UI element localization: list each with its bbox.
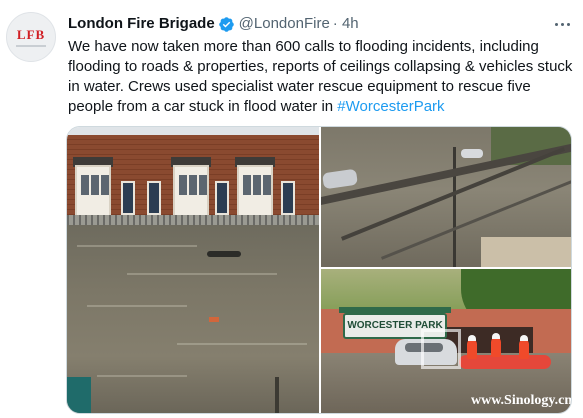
window-pane — [199, 175, 207, 195]
window-pane — [253, 175, 261, 195]
firefighter — [467, 339, 477, 359]
display-name[interactable]: London Fire Brigade — [68, 14, 215, 34]
concrete-barrier — [481, 237, 571, 267]
photo-water-rescue[interactable]: WORCESTER PARK www.Sinology.cn — [321, 269, 571, 413]
lfb-logo: LFB — [16, 27, 46, 42]
post — [275, 377, 279, 413]
media-grid: WORCESTER PARK www.Sinology.cn — [66, 126, 572, 414]
timestamp[interactable]: · 4h — [333, 14, 359, 34]
photo-flooded-road[interactable] — [321, 127, 571, 267]
tweet-header: London Fire Brigade @LondonFire · 4h — [68, 14, 359, 34]
door — [215, 181, 229, 215]
distant-car — [461, 149, 483, 158]
bay-window — [237, 165, 273, 217]
window-pane — [263, 175, 271, 195]
bay-window — [173, 165, 209, 217]
door — [147, 181, 161, 215]
helmet — [520, 335, 528, 341]
window-pane — [101, 175, 109, 195]
floating-bag — [207, 251, 241, 257]
more-options-icon — [554, 22, 558, 26]
user-handle[interactable]: @LondonFire — [239, 14, 330, 34]
window-pane — [179, 175, 187, 195]
window-pane — [243, 175, 251, 195]
more-options-icon — [560, 22, 564, 26]
more-options-icon — [566, 22, 570, 26]
water-ripple — [77, 245, 197, 247]
floating-debris — [209, 317, 219, 322]
window-pane — [81, 175, 89, 195]
bin — [67, 377, 91, 413]
lamp-post — [453, 147, 456, 267]
water-ripple — [127, 273, 277, 275]
water-ripple — [87, 305, 187, 307]
watermark-stamp — [421, 329, 461, 369]
water-ripple — [97, 375, 187, 377]
door — [281, 181, 295, 215]
window-pane — [189, 175, 197, 195]
hashtag-link[interactable]: #WorcesterPark — [337, 98, 444, 115]
watermark-text: www.Sinology.cn — [471, 393, 571, 408]
tweet-text: We have now taken more than 600 calls to… — [68, 37, 573, 117]
firefighter — [491, 337, 501, 357]
garden-fence — [67, 215, 319, 225]
avatar[interactable]: LFB — [6, 12, 56, 62]
tweet-body-text: We have now taken more than 600 calls to… — [68, 38, 573, 115]
photo-flooded-street[interactable] — [67, 127, 319, 413]
door — [121, 181, 135, 215]
avatar-subtitle-line — [16, 45, 46, 47]
floodwater — [67, 225, 319, 413]
window-pane — [91, 175, 99, 195]
bay-window — [75, 165, 111, 217]
water-ripple — [177, 343, 307, 345]
helmet — [492, 333, 500, 339]
firefighter — [519, 339, 529, 359]
verified-badge-icon — [218, 16, 234, 32]
helmet — [468, 335, 476, 341]
more-options-button[interactable] — [548, 14, 576, 34]
